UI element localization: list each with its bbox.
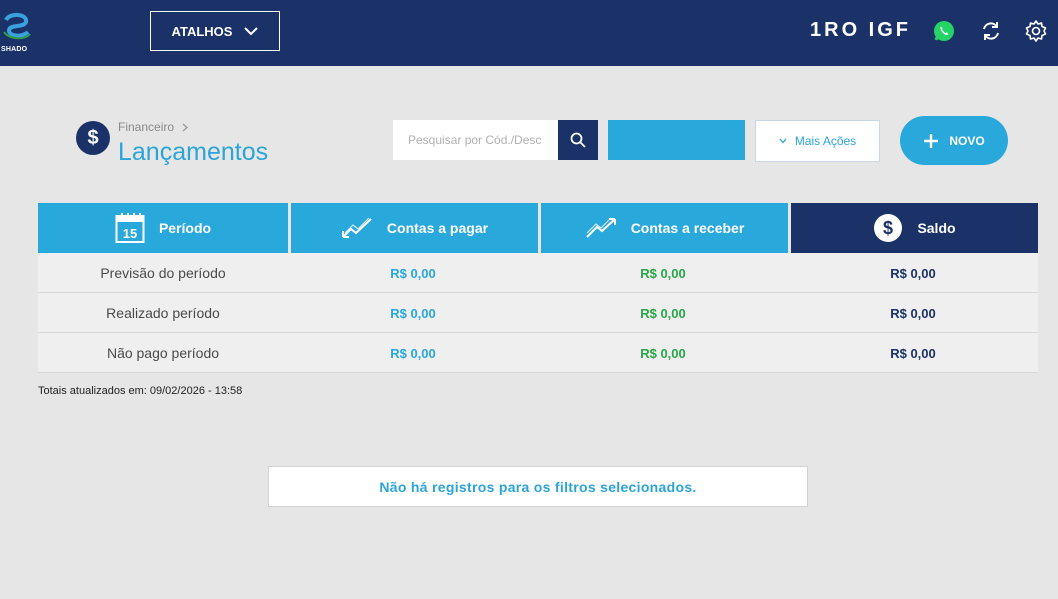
logo-text: SHADO bbox=[1, 46, 28, 53]
search-input[interactable] bbox=[393, 120, 558, 160]
dollar-icon: $ bbox=[76, 121, 110, 155]
more-actions-label: Mais Ações bbox=[794, 134, 857, 148]
trend-down-icon bbox=[341, 217, 372, 238]
filter-button[interactable] bbox=[608, 120, 745, 160]
column-label: Período bbox=[158, 220, 212, 236]
value-pagar: R$ 0,00 bbox=[390, 345, 436, 361]
table-row: Realizado período R$ 0,00 R$ 0,00 R$ 0,0… bbox=[38, 293, 1038, 333]
more-actions-button[interactable]: Mais Ações bbox=[755, 120, 880, 162]
column-label: Contas a pagar bbox=[386, 220, 489, 236]
company-name: 1RO IGF bbox=[810, 19, 912, 41]
value-saldo: R$ 0,00 bbox=[890, 265, 936, 281]
breadcrumb[interactable]: Financeiro bbox=[118, 120, 189, 134]
column-saldo: $ Saldo bbox=[791, 203, 1038, 253]
plus-icon bbox=[924, 133, 939, 148]
row-label: Realizado período bbox=[106, 305, 220, 321]
row-label: Não pago período bbox=[106, 345, 220, 361]
empty-state-message: Não há registros para os filtros selecio… bbox=[268, 466, 808, 507]
top-bar: SHADO ATALHOS 1RO IGF bbox=[0, 0, 1058, 66]
value-receber: R$ 0,00 bbox=[640, 345, 686, 361]
value-receber: R$ 0,00 bbox=[640, 305, 686, 321]
column-contas-receber: Contas a receber bbox=[541, 203, 788, 253]
row-label: Previsão do período bbox=[100, 265, 226, 281]
search-icon bbox=[570, 132, 586, 148]
column-label: Contas a receber bbox=[630, 220, 745, 236]
breadcrumb-financeiro[interactable]: Financeiro bbox=[118, 120, 174, 134]
column-periodo: 15 Período bbox=[38, 203, 288, 253]
refresh-icon[interactable] bbox=[979, 19, 1003, 43]
value-pagar: R$ 0,00 bbox=[390, 305, 436, 321]
page-title: Lançamentos bbox=[118, 138, 269, 166]
shortcuts-label: ATALHOS bbox=[171, 23, 233, 39]
whatsapp-icon[interactable] bbox=[932, 19, 956, 43]
dollar-icon: $ bbox=[874, 214, 903, 242]
gear-icon[interactable] bbox=[1024, 19, 1048, 43]
company-logo[interactable]: SHADO bbox=[0, 10, 34, 53]
search-button[interactable] bbox=[558, 120, 598, 160]
search-bar bbox=[393, 120, 598, 160]
chevron-down-icon bbox=[779, 138, 787, 144]
value-saldo: R$ 0,00 bbox=[890, 305, 936, 321]
chevron-down-icon bbox=[244, 27, 259, 36]
new-label: NOVO bbox=[949, 133, 985, 148]
new-button[interactable]: NOVO bbox=[900, 116, 1008, 165]
shortcuts-dropdown[interactable]: ATALHOS bbox=[150, 11, 280, 51]
svg-text:$: $ bbox=[883, 218, 893, 238]
value-saldo: R$ 0,00 bbox=[890, 345, 936, 361]
chevron-right-icon bbox=[182, 123, 189, 131]
calendar-day: 15 bbox=[123, 226, 137, 241]
table-row: Não pago período R$ 0,00 R$ 0,00 R$ 0,00 bbox=[38, 333, 1038, 373]
totals-updated-text: Totais atualizados em: 09/02/2026 - 13:5… bbox=[38, 385, 243, 397]
table-row: Previsão do período R$ 0,00 R$ 0,00 R$ 0… bbox=[38, 253, 1038, 293]
column-label: Saldo bbox=[917, 220, 956, 236]
value-pagar: R$ 0,00 bbox=[390, 265, 436, 281]
calendar-icon: 15 bbox=[115, 213, 145, 243]
value-receber: R$ 0,00 bbox=[640, 265, 686, 281]
column-contas-pagar: Contas a pagar bbox=[291, 203, 538, 253]
trend-up-icon bbox=[585, 217, 616, 238]
